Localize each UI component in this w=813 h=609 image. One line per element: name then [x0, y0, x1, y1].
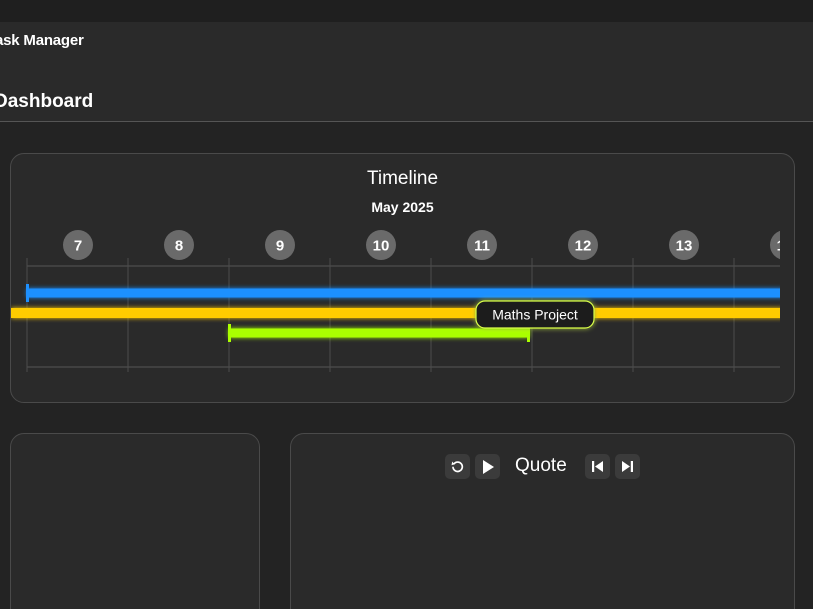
timeline-chart[interactable]: 7 8 9 10 11 12 13 14 Maths Project [11, 154, 795, 403]
replay-icon [451, 461, 464, 473]
task-tooltip-label: Maths Project [492, 307, 578, 323]
day-label: 14 [777, 238, 794, 255]
task-bar [229, 328, 529, 338]
task-bar [11, 308, 780, 318]
quote-label: Quote [515, 455, 567, 476]
app-title: ask Manager [0, 32, 84, 49]
task-start-cap [26, 284, 29, 302]
page-title: Dashboard [0, 91, 94, 112]
day-label: 8 [175, 238, 183, 255]
day-label: 11 [474, 238, 490, 255]
day-label: 10 [373, 238, 390, 255]
day-badge [770, 230, 780, 260]
previous-button[interactable] [585, 454, 610, 479]
next-button[interactable] [615, 454, 640, 479]
quote-toolbar: Quote [291, 454, 794, 480]
task-start-cap [228, 324, 231, 342]
day-label: 7 [74, 238, 82, 255]
timeline-card: Timeline May 2025 7 8 9 10 11 12 13 14 Maths Pro… [10, 153, 795, 403]
task-bar [27, 288, 780, 298]
day-label: 13 [676, 238, 693, 255]
top-bar [0, 0, 813, 22]
play-button[interactable] [475, 454, 500, 479]
replay-button[interactable] [445, 454, 470, 479]
header: ask Manager Dashboard [0, 22, 813, 122]
day-label: 9 [276, 238, 284, 255]
previous-icon [592, 461, 603, 472]
day-label: 12 [575, 238, 592, 255]
quote-card: Quote [290, 433, 795, 609]
play-icon [482, 459, 494, 474]
empty-widget-card [10, 433, 260, 609]
next-icon [622, 461, 633, 472]
